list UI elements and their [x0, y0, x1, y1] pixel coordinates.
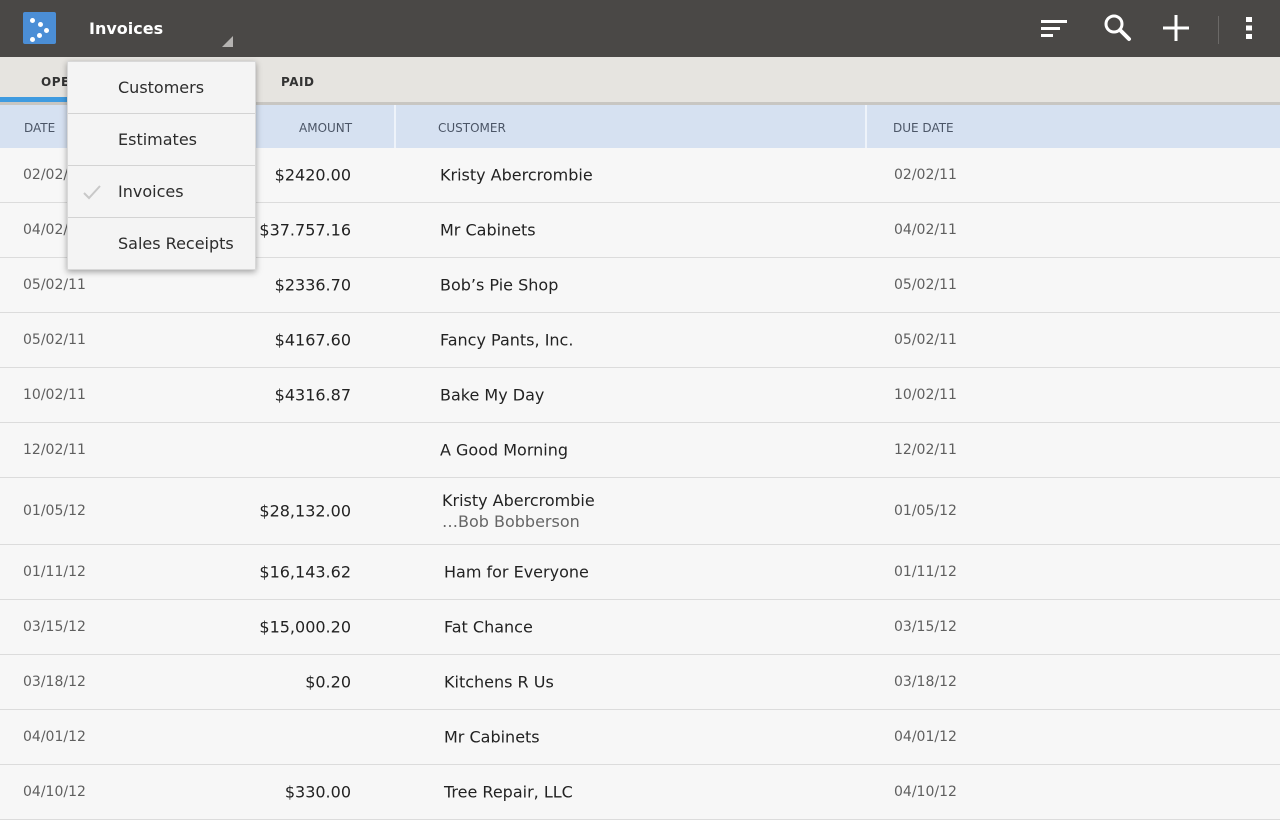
invoice-amount: $330.00 [284, 782, 351, 802]
table-row[interactable]: 05/02/11 $4167.60 Fancy Pants, Inc. 05/0… [0, 313, 1280, 368]
invoice-customer: Fancy Pants, Inc. [440, 330, 574, 350]
invoice-amount: $2336.70 [274, 275, 351, 295]
table-row[interactable]: 01/05/12 $28,132.00 Kristy Abercrombie …… [0, 478, 1280, 545]
table-row[interactable]: 04/01/12 Mr Cabinets 04/01/12 [0, 710, 1280, 765]
invoice-amount: $4167.60 [274, 330, 351, 350]
invoice-date: 12/02/11 [23, 442, 86, 458]
invoice-due-date: 05/02/11 [894, 277, 957, 293]
invoice-due-date: 05/02/11 [894, 332, 957, 348]
menu-item-invoices[interactable]: Invoices [68, 166, 255, 218]
invoice-customer-secondary: …Bob Bobberson [442, 512, 580, 531]
invoice-customer-group: Kristy Abercrombie …Bob Bobberson [442, 491, 595, 531]
table-row[interactable]: 01/11/12 $16,143.62 Ham for Everyone 01/… [0, 545, 1280, 600]
invoice-amount: $15,000.20 [259, 617, 351, 637]
table-row[interactable]: 04/10/12 $330.00 Tree Repair, LLC 04/10/… [0, 765, 1280, 820]
invoice-amount: $2420.00 [274, 165, 351, 185]
add-icon[interactable] [1160, 12, 1192, 44]
table-row[interactable]: 12/02/11 A Good Morning 12/02/11 [0, 423, 1280, 478]
sort-icon[interactable] [1038, 12, 1070, 44]
menu-item-customers[interactable]: Customers [68, 62, 255, 114]
column-header-due-date[interactable]: DUE DATE [893, 121, 954, 135]
menu-item-label: Invoices [118, 182, 184, 201]
invoice-due-date: 04/10/12 [894, 784, 957, 800]
invoice-customer: Tree Repair, LLC [444, 782, 573, 802]
invoice-due-date: 04/02/11 [894, 222, 957, 238]
invoice-customer: Kristy Abercrombie [440, 165, 593, 185]
invoice-date: 05/02/11 [23, 332, 86, 348]
invoice-amount: $4316.87 [274, 385, 351, 405]
column-header-amount[interactable]: AMOUNT [299, 121, 352, 135]
invoice-due-date: 01/11/12 [894, 564, 957, 580]
invoice-date: 04/01/12 [23, 729, 86, 745]
invoice-date: 03/18/12 [23, 674, 86, 690]
search-icon[interactable] [1101, 12, 1133, 44]
menu-item-label: Sales Receipts [118, 234, 234, 253]
action-bar: Invoices [0, 0, 1280, 58]
invoice-date: 01/11/12 [23, 564, 86, 580]
invoice-due-date: 03/18/12 [894, 674, 957, 690]
navigation-dropdown-menu: Customers Estimates Invoices Sales Recei… [67, 61, 256, 270]
table-row[interactable]: 03/15/12 $15,000.20 Fat Chance 03/15/12 [0, 600, 1280, 655]
tab-paid[interactable]: PAID [281, 75, 314, 89]
invoice-customer: Kitchens R Us [444, 672, 554, 692]
invoice-date: 03/15/12 [23, 619, 86, 635]
invoice-customer: Fat Chance [444, 617, 533, 637]
invoice-amount: $0.20 [305, 672, 351, 692]
invoice-customer: A Good Morning [440, 440, 569, 460]
invoice-due-date: 01/05/12 [894, 503, 957, 519]
invoice-due-date: 04/01/12 [894, 729, 957, 745]
menu-item-label: Estimates [118, 130, 198, 149]
invoice-due-date: 12/02/11 [894, 442, 957, 458]
invoice-due-date: 10/02/11 [894, 387, 957, 403]
spinner-caret-icon[interactable] [222, 36, 233, 47]
app-logo-icon[interactable] [23, 12, 56, 44]
menu-item-label: Customers [118, 78, 205, 97]
table-row[interactable]: 03/18/12 $0.20 Kitchens R Us 03/18/12 [0, 655, 1280, 710]
invoice-date: 05/02/11 [23, 277, 86, 293]
invoice-customer: Bob’s Pie Shop [440, 275, 559, 295]
action-bar-divider [1218, 16, 1219, 44]
column-separator [394, 105, 396, 148]
navigation-spinner-title[interactable]: Invoices [89, 19, 163, 38]
invoice-customer: Kristy Abercrombie [442, 491, 595, 510]
table-row[interactable]: 10/02/11 $4316.87 Bake My Day 10/02/11 [0, 368, 1280, 423]
invoice-due-date: 02/02/11 [894, 167, 957, 183]
invoice-customer: Mr Cabinets [440, 220, 536, 240]
invoice-customer: Mr Cabinets [444, 727, 540, 747]
checkmark-icon [83, 185, 101, 200]
column-header-date[interactable]: DATE [24, 121, 55, 135]
column-separator [865, 105, 867, 148]
menu-item-estimates[interactable]: Estimates [68, 114, 255, 166]
invoice-due-date: 03/15/12 [894, 619, 957, 635]
menu-item-sales-receipts[interactable]: Sales Receipts [68, 218, 255, 269]
invoice-amount: $28,132.00 [259, 501, 351, 521]
invoice-date: 01/05/12 [23, 503, 86, 519]
column-header-customer[interactable]: CUSTOMER [438, 121, 506, 135]
invoice-amount: $16,143.62 [259, 562, 351, 582]
invoice-date: 10/02/11 [23, 387, 86, 403]
invoice-customer: Ham for Everyone [444, 562, 589, 582]
invoice-amount: $37.757.16 [259, 220, 351, 240]
invoice-customer: Bake My Day [440, 385, 545, 405]
invoice-date: 04/10/12 [23, 784, 86, 800]
overflow-menu-icon[interactable] [1233, 12, 1265, 44]
